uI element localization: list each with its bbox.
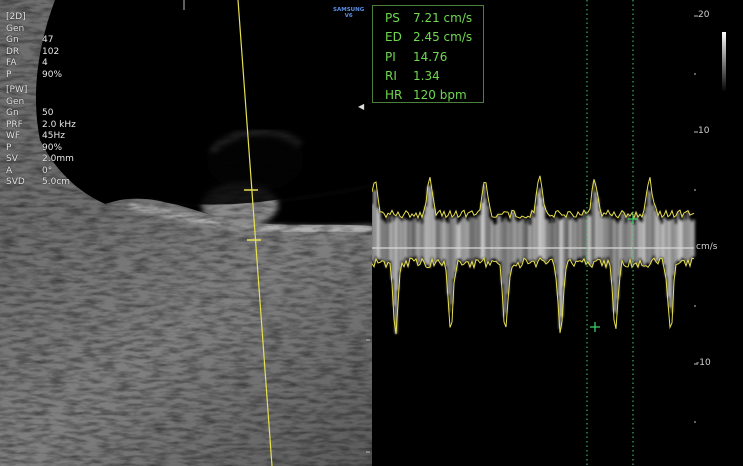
param-row: FA 4 xyxy=(6,58,76,70)
param-value: 90% xyxy=(42,69,63,80)
measurement-row: RI 1.34 xyxy=(385,67,483,86)
param-row: PRF 2.0 kHz xyxy=(6,120,76,132)
param-key: [PW] xyxy=(6,85,28,95)
bmode-image-panel[interactable]: [2D] Gen Gn 47 DR 102 FA 4 P 90% [PW] Gen Gn… xyxy=(0,0,372,466)
param-key: Gn xyxy=(6,108,19,118)
param-row: P 90% xyxy=(6,70,76,82)
measurement-value: 2.45 cm/s xyxy=(413,30,473,45)
param-row: Gn 47 xyxy=(6,35,76,47)
param-value: 4 xyxy=(42,58,48,68)
param-row: DR 102 xyxy=(6,47,76,59)
param-value: 45Hz xyxy=(42,131,65,141)
param-value: 47 xyxy=(42,35,54,45)
param-row: P 90% xyxy=(6,143,76,155)
param-key: DR xyxy=(6,46,20,57)
measurement-results-box: PS 7.21 cm/s ED 2.45 cm/s PI 14.76 RI 1.34 H… xyxy=(372,5,484,103)
param-key: A xyxy=(6,165,13,176)
measurement-row: PI 14.76 xyxy=(385,48,483,67)
measurement-label: PS xyxy=(385,11,400,25)
measurement-label: HR xyxy=(385,88,403,103)
param-value: 102 xyxy=(42,46,60,57)
measurement-row: HR 120 bpm xyxy=(385,86,483,105)
param-key: [2D] xyxy=(6,12,26,22)
param-value: 2.0 kHz xyxy=(42,119,76,130)
scale-tick-10: 10 xyxy=(698,126,710,136)
param-key: FA xyxy=(6,58,17,68)
param-row: Gn 50 xyxy=(6,108,76,120)
param-row: Gen xyxy=(6,24,76,36)
param-key: Gen xyxy=(6,23,25,34)
measurement-value: 14.76 xyxy=(413,49,448,64)
param-key: PRF xyxy=(6,119,23,130)
param-key: WF xyxy=(6,131,21,141)
baseline-pointer-icon: ◀ xyxy=(358,102,365,111)
measurement-value: 1.34 xyxy=(413,68,440,83)
param-row: [2D] xyxy=(6,12,76,24)
scale-unit: cm/s xyxy=(696,242,718,252)
measurement-label: ED xyxy=(385,30,402,45)
manufacturer-logo: SAMSUNG V6 xyxy=(333,7,364,19)
param-row: WF 45Hz xyxy=(6,131,76,143)
measurement-row: PS 7.21 cm/s xyxy=(385,9,483,28)
measurement-label: RI xyxy=(385,68,397,83)
param-value: 50 xyxy=(42,108,54,118)
param-key: SV xyxy=(6,154,18,164)
param-row: Gen xyxy=(6,97,76,109)
scale-tick-20: 20 xyxy=(698,10,710,20)
param-value: 5.0cm xyxy=(42,177,71,187)
param-value: 2.0mm xyxy=(42,154,74,164)
param-row: SV 2.0mm xyxy=(6,154,76,166)
param-value: 0° xyxy=(42,165,53,176)
measurement-row: ED 2.45 cm/s xyxy=(385,28,483,47)
param-row: A 0° xyxy=(6,166,76,178)
param-key: SVD xyxy=(6,177,25,187)
param-key: P xyxy=(6,69,12,80)
param-row: SVD 5.0cm xyxy=(6,177,76,189)
bmode-parameter-list: [2D] Gen Gn 47 DR 102 FA 4 P 90% [PW] Gen Gn… xyxy=(6,12,76,189)
measurement-label: PI xyxy=(385,49,396,64)
measurement-value: 7.21 cm/s xyxy=(413,11,473,25)
scale-tick-minus-10: -10 xyxy=(696,358,711,368)
param-value: 90% xyxy=(42,142,63,153)
param-key: Gen xyxy=(6,96,25,107)
param-key: P xyxy=(6,142,12,153)
param-key: Gn xyxy=(6,35,19,45)
measurement-value: 120 bpm xyxy=(413,88,467,103)
param-row: [PW] xyxy=(6,85,76,97)
model-name: V6 xyxy=(344,13,353,19)
